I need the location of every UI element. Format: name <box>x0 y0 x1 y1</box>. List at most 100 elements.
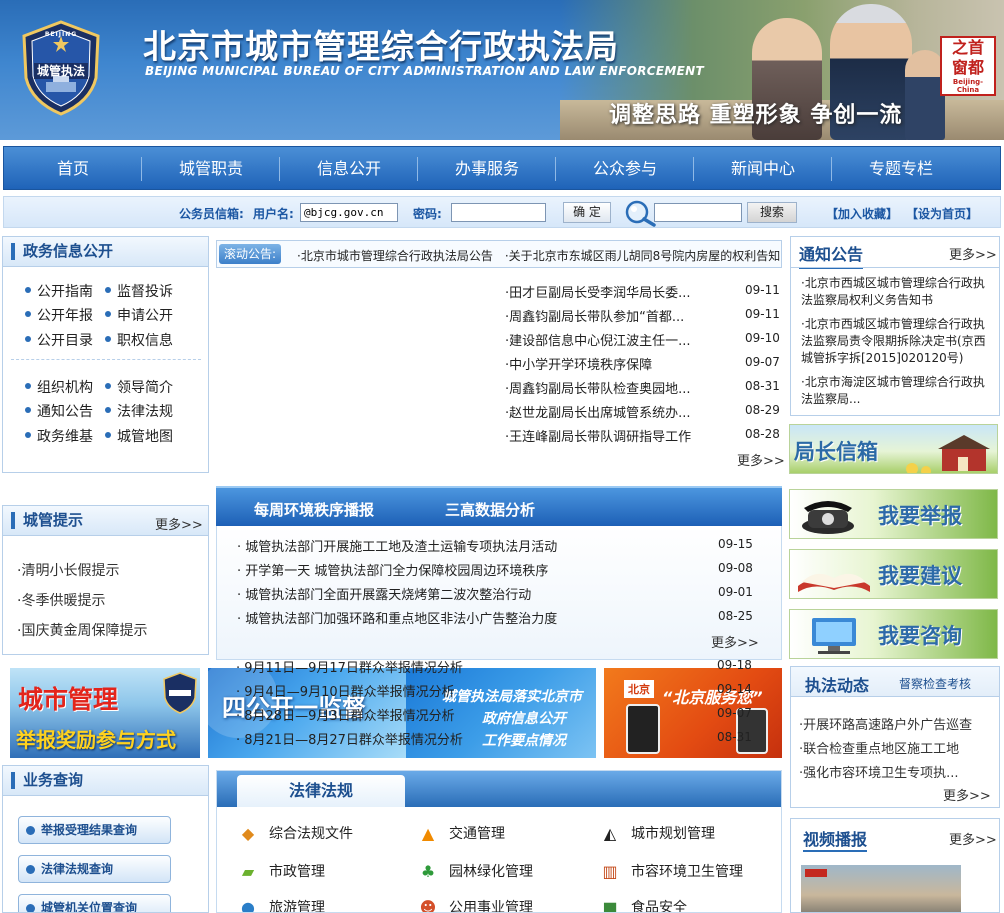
gov-link-map[interactable]: 城管地图 <box>105 426 173 446</box>
gov-link-notices[interactable]: 通知公告 <box>25 401 93 421</box>
suggest-banner[interactable]: 我要建议 <box>789 549 998 599</box>
promo-4-tag: 北京 <box>624 680 654 698</box>
password-label: 密码: <box>413 207 442 221</box>
tab-data-analysis[interactable]: 三高数据分析 <box>445 499 535 520</box>
news-item-date: 09-11 <box>745 307 780 321</box>
tips-more-link[interactable]: 更多>> <box>155 514 203 533</box>
news-item[interactable]: ·周鑫钧副局长带队检查奥园地... <box>505 378 691 397</box>
enforcement-item-text: 联合检查重点地区施工工地 <box>803 742 960 757</box>
nav-news-center[interactable]: 新闻中心 <box>694 147 832 189</box>
gov-link-guide[interactable]: 公开指南 <box>25 281 93 301</box>
notice-item[interactable]: ·北京市海淀区城市管理综合行政执法监察局... <box>801 374 991 408</box>
search-button[interactable]: 搜索 <box>747 202 797 223</box>
enforcement-item[interactable]: ·联合检查重点地区施工工地 <box>799 738 959 757</box>
news-item[interactable]: ·建设部信息中心倪江波主任一... <box>505 330 691 349</box>
beijing-service-banner[interactable]: 北京 “北京服务您” <box>604 668 782 758</box>
law-item[interactable]: ▥ 市容环境卫生管理 <box>599 861 743 883</box>
gov-link-catalog[interactable]: 公开目录 <box>25 330 93 350</box>
director-mailbox-banner[interactable]: 局长信箱 <box>789 424 998 474</box>
law-item[interactable]: ▲ 交通管理 <box>417 823 505 845</box>
password-input[interactable] <box>451 203 546 222</box>
add-favorite-link[interactable]: 【加入收藏】 <box>826 205 898 222</box>
gov-link-complaint[interactable]: 监督投诉 <box>105 281 173 301</box>
gov-link-laws[interactable]: 法律法规 <box>105 401 173 421</box>
consult-banner[interactable]: 我要咨询 <box>789 609 998 659</box>
law-item[interactable]: ■ 食品安全 <box>599 897 687 913</box>
law-item[interactable]: ♣ 园林绿化管理 <box>417 861 533 883</box>
env-item[interactable]: · 城管执法部门开展施工工地及渣土运输专项执法月活动 <box>237 536 557 555</box>
law-item[interactable]: ▰ 市政管理 <box>237 861 325 883</box>
law-item[interactable]: ● 旅游管理 <box>237 897 325 912</box>
tab-weekly-broadcast[interactable]: 每周环境秩序播报 <box>254 499 374 520</box>
tips-item[interactable]: ·清明小长假提示 <box>17 560 119 580</box>
news-item-date: 09-10 <box>745 331 780 345</box>
food-icon: ■ <box>602 898 618 913</box>
set-homepage-link[interactable]: 【设为首页】 <box>906 205 978 222</box>
news-item[interactable]: ·周鑫钧副局长带队参加“首都... <box>505 306 684 325</box>
notice-item[interactable]: ·北京市西城区城市管理综合行政执法监察局责令限期拆除决定书(京西城管拆字拆[20… <box>801 316 991 367</box>
environment-tabs: 每周环境秩序播报 三高数据分析 <box>216 486 782 526</box>
gov-link-apply[interactable]: 申请公开 <box>105 305 173 325</box>
notice-more-link[interactable]: 更多>> <box>949 244 997 263</box>
enforcement-more-link[interactable]: 更多>> <box>943 785 991 804</box>
law-item[interactable]: ◆ 综合法规文件 <box>237 823 353 845</box>
gov-link-leaders[interactable]: 领导简介 <box>105 377 173 397</box>
report-reward-banner[interactable]: 城市管理 举报奖励参与方式 <box>10 668 200 758</box>
nav-info-disclosure[interactable]: 信息公开 <box>280 147 418 189</box>
tab-supervision[interactable]: 督察检查考核 <box>899 675 971 692</box>
enforcement-item[interactable]: ·强化市容环境卫生专项执... <box>799 762 959 781</box>
query-office-location-button[interactable]: 城管机关位置查询 <box>18 894 171 912</box>
tips-header: 城管提示 更多>> <box>3 506 208 536</box>
analysis-item[interactable]: · 9月11日—9月17日群众举报情况分析 <box>236 657 463 676</box>
tab-enforcement-news[interactable]: 执法动态 <box>805 672 869 696</box>
promo-3-line-2: 政府信息公开 <box>482 711 566 727</box>
people-icon: ☻ <box>419 898 437 913</box>
gov-link-organization[interactable]: 组织机构 <box>25 377 93 397</box>
law-tab[interactable]: 法律法规 <box>237 775 405 807</box>
gov-link-annual-report[interactable]: 公开年报 <box>25 305 93 325</box>
env-item[interactable]: · 开学第一天 城管执法部门全力保障校园周边环境秩序 <box>237 560 548 579</box>
news-item[interactable]: ·田才巨副局长受李润华局长委... <box>505 282 691 301</box>
nav-public-participation[interactable]: 公众参与 <box>556 147 694 189</box>
site-title-english: BEIJING MUNICIPAL BUREAU OF CITY ADMINIS… <box>145 64 704 78</box>
username-input[interactable] <box>300 203 398 222</box>
news-more-link[interactable]: 更多>> <box>737 450 785 469</box>
env-more-link[interactable]: 更多>> <box>711 632 759 651</box>
nav-duties[interactable]: 城管职责 <box>142 147 280 189</box>
law-item[interactable]: ◭ 城市规划管理 <box>599 823 715 845</box>
scroll-notice-label: 滚动公告: <box>219 244 281 264</box>
scroll-notice-text[interactable]: ·北京市城市管理综合行政执法局公告 ·关于北京市东城区雨儿胡同8号院内房屋的权利… <box>297 247 780 264</box>
gov-link-powers[interactable]: 职权信息 <box>105 330 173 350</box>
news-item[interactable]: ·中小学开学环境秩序保障 <box>505 354 652 373</box>
news-item-date: 08-28 <box>745 427 780 441</box>
tips-item[interactable]: ·国庆黄金周保障提示 <box>17 620 147 640</box>
query-report-result-button[interactable]: 举报受理结果查询 <box>18 816 171 844</box>
search-input[interactable] <box>654 203 742 222</box>
tree-icon: ♣ <box>420 862 436 881</box>
divider <box>791 267 999 268</box>
news-item[interactable]: ·王连峰副局长带队调研指导工作 <box>505 426 691 445</box>
env-item[interactable]: · 城管执法部门加强环路和重点地区非法小广告整治力度 <box>237 608 557 627</box>
analysis-item[interactable]: · 8月28日—9月3日群众举报情况分析 <box>236 705 455 724</box>
env-item[interactable]: · 城管执法部门全面开展露天烧烤第二波次整治行动 <box>237 584 531 603</box>
notice-item[interactable]: ·北京市西城区城市管理综合行政执法监察局权利义务告知书 <box>801 275 991 309</box>
law-item[interactable]: ☻ 公用事业管理 <box>417 897 533 913</box>
tips-item-text: 清明小长假提示 <box>21 563 120 579</box>
nav-home[interactable]: 首页 <box>4 147 142 189</box>
report-banner[interactable]: 我要举报 <box>789 489 998 539</box>
nav-special-topics[interactable]: 专题专栏 <box>832 147 970 189</box>
tips-item[interactable]: ·冬季供暖提示 <box>17 590 105 610</box>
analysis-item[interactable]: · 8月21日—8月27日群众举报情况分析 <box>236 729 463 748</box>
query-laws-button[interactable]: 法律法规查询 <box>18 855 171 883</box>
nav-services[interactable]: 办事服务 <box>418 147 556 189</box>
confirm-button[interactable]: 确 定 <box>563 202 611 223</box>
analysis-item[interactable]: · 9月4日—9月10日群众举报情况分析 <box>236 681 455 700</box>
notice-item-text: 北京市西城区城市管理综合行政执法监察局责令限期拆除决定书(京西城管拆字拆[201… <box>801 317 986 365</box>
news-item[interactable]: ·赵世龙副局长出席城管系统办... <box>505 402 691 421</box>
gov-link-wiki[interactable]: 政务维基 <box>25 426 93 446</box>
video-more-link[interactable]: 更多>> <box>949 829 997 848</box>
video-thumbnail[interactable] <box>801 865 961 912</box>
scroll-notice-bar: 滚动公告: ·北京市城市管理综合行政执法局公告 ·关于北京市东城区雨儿胡同8号院… <box>216 240 782 268</box>
enforcement-item[interactable]: ·开展环路高速路户外广告巡查 <box>799 714 972 733</box>
computer-icon <box>812 618 856 654</box>
